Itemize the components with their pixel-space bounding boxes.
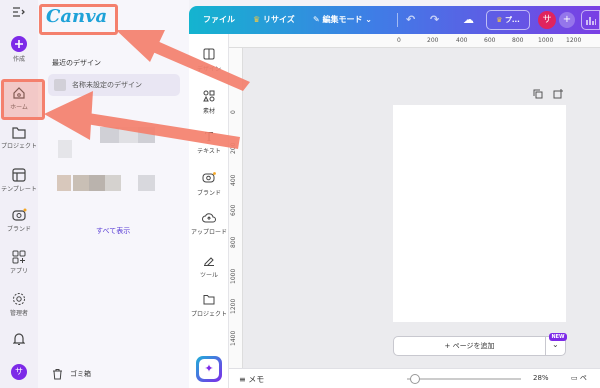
arrow-head [44,91,93,140]
arrow-shaft [148,40,250,91]
annotation-arrows [44,30,250,149]
